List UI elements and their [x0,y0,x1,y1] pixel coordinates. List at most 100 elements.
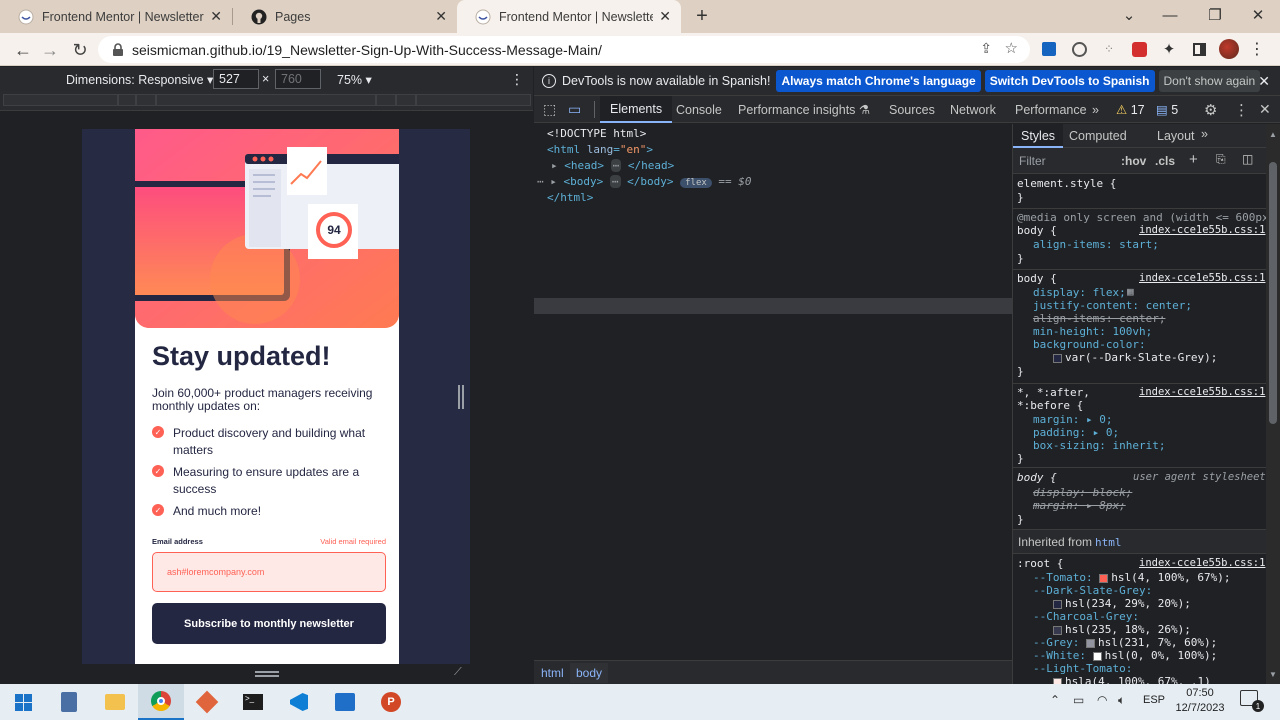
zoom-dropdown[interactable]: 75% ▾ [337,72,372,87]
color-swatch[interactable] [1053,625,1062,635]
minimize-button[interactable]: — [1150,0,1190,30]
declaration[interactable]: align-items: start; [1033,238,1159,251]
media-query-segment[interactable] [156,94,376,106]
flex-badge[interactable]: flex [680,178,712,188]
declaration-value[interactable]: hsl(235, 18%, 26%); [1053,623,1191,636]
dimensions-dropdown[interactable]: Dimensions: Responsive ▾ [66,72,213,87]
more-style-tabs-icon[interactable]: » [1201,127,1208,141]
tab-computed[interactable]: Computed [1069,129,1127,143]
tab-performance-insights[interactable]: Performance insights ⚗ [738,96,870,123]
warnings-counter[interactable]: ⚠ 17 [1116,96,1145,123]
language-indicator[interactable]: ESP [1143,694,1165,706]
declaration-value[interactable]: var(--Dark-Slate-Grey); [1053,351,1217,364]
always-match-language-button[interactable]: Always match Chrome's language [776,70,981,92]
battery-icon[interactable]: ▭ [1073,693,1084,707]
inspect-element-icon[interactable]: ⬚ [543,96,556,123]
bookmark-star-icon[interactable]: ☆ [1005,39,1018,57]
cls-toggle[interactable]: .cls [1155,154,1175,168]
vscode-icon[interactable] [276,684,322,720]
extension-icon-4[interactable] [1127,37,1151,61]
windows-start-icon[interactable] [0,684,46,720]
chrome-icon[interactable] [138,684,184,720]
source-link[interactable]: index-cce1e55b.css:1 [1139,224,1265,236]
source-link[interactable]: index-cce1e55b.css:1 [1139,557,1265,569]
color-swatch[interactable] [1053,353,1062,363]
doctype-node[interactable]: <!DOCTYPE html> [547,127,646,140]
close-tab-icon[interactable]: ✕ [210,8,222,25]
volume-icon[interactable]: 🔈︎ [1118,693,1125,708]
horizontal-resize-handle[interactable] [458,385,464,409]
tab-console[interactable]: Console [676,96,722,123]
wifi-icon[interactable]: ◠ [1097,693,1107,707]
calculator-icon[interactable] [46,684,92,720]
width-input[interactable]: 527 [213,69,259,89]
tab-styles[interactable]: Styles [1013,124,1064,148]
styles-scrollbar[interactable]: ▲ ▼ [1266,124,1280,684]
profile-avatar[interactable] [1217,37,1241,61]
tab-elements[interactable]: Elements [600,96,673,123]
tab-network[interactable]: Network [950,96,996,123]
source-link[interactable]: index-cce1e55b.css:1 [1139,272,1265,284]
file-explorer-icon[interactable] [92,684,138,720]
paint-icon[interactable]: ⎘ [1216,152,1226,167]
device-more-options-icon[interactable]: ⋮ [510,71,524,88]
switch-to-spanish-button[interactable]: Switch DevTools to Spanish [984,70,1155,92]
declaration[interactable]: --Tomato: hsl(4, 100%, 67%); [1033,571,1230,584]
settings-gear-icon[interactable]: ⚙ [1204,96,1217,123]
subscribe-button[interactable]: Subscribe to monthly newsletter [152,603,386,644]
media-query-segment[interactable] [416,94,531,106]
hov-toggle[interactable]: :hov [1121,154,1146,168]
extension-icon-2[interactable] [1067,37,1091,61]
forward-icon[interactable]: → [37,37,63,63]
scroll-up-arrow[interactable]: ▲ [1269,130,1277,139]
close-window-button[interactable]: ✕ [1238,0,1278,30]
media-query-segment[interactable] [396,94,416,106]
tab-search-chevron-icon[interactable]: ⌄ [1109,0,1149,30]
corner-resize-handle[interactable]: ⟋ [454,666,466,678]
share-icon[interactable]: ⇪ [980,40,992,57]
extensions-puzzle-icon[interactable]: ✦ [1157,37,1181,61]
devtools-menu-icon[interactable]: ⋮ [1234,96,1249,123]
clock[interactable]: 07:50 12/7/2023 [1172,686,1228,716]
declaration-value[interactable]: hsla(4, 100%, 67%, .1) [1053,675,1211,684]
source-link[interactable]: index-cce1e55b.css:1 [1139,386,1265,398]
sidebar-toggle-icon[interactable]: ◫ [1242,152,1253,166]
media-query-segment[interactable] [3,94,118,106]
new-rule-icon[interactable]: + [1189,151,1198,168]
address-bar[interactable]: seismicman.github.io/19_Newsletter-Sign-… [98,36,1030,63]
declaration[interactable]: min-height: 100vh; [1033,325,1152,338]
reload-icon[interactable]: ↻ [67,37,93,63]
browser-tab-3-active[interactable]: Frontend Mentor | Newsletter sig ✕ [457,0,681,33]
media-query-segment[interactable] [118,94,136,106]
declaration[interactable]: box-sizing: inherit; [1033,439,1165,452]
declaration[interactable]: justify-content: center; [1033,299,1192,312]
breadcrumb-html[interactable]: html [541,666,564,680]
color-swatch[interactable] [1099,573,1109,583]
vertical-resize-handle[interactable] [255,671,279,677]
overridden-declaration[interactable]: align-items: center; [1033,312,1165,325]
menu-kebab-icon[interactable]: ⋮ [1245,37,1269,61]
declaration[interactable]: --Charcoal-Grey: [1033,610,1139,623]
close-infobar-icon[interactable]: ✕ [1258,73,1270,90]
color-swatch[interactable] [1085,638,1095,648]
breadcrumb-body[interactable]: body [570,663,609,683]
device-toggle-icon[interactable]: ▭ [568,96,581,123]
tab-layout[interactable]: Layout [1157,129,1195,143]
close-tab-icon[interactable]: ✕ [659,8,671,25]
close-tab-icon[interactable]: ✕ [435,8,447,25]
media-query-segment[interactable] [136,94,156,106]
maximize-button[interactable]: ❐ [1195,0,1235,30]
photos-icon[interactable] [322,684,368,720]
declaration[interactable]: --Dark-Slate-Grey: [1033,584,1152,597]
tab-performance[interactable]: Performance [1015,96,1087,123]
body-node[interactable]: ⋯ ▸ <body> ⋯ </body> flex == $0 [537,175,752,188]
show-hidden-icons-chevron[interactable]: ⌃ [1050,693,1060,707]
tab-sources[interactable]: Sources [889,96,935,123]
declaration[interactable]: --Light-Tomato: [1033,662,1132,675]
head-node[interactable]: ▸ <head> ⋯ </head> [551,159,674,172]
media-query-segment[interactable] [376,94,396,106]
declaration[interactable]: background-color: [1033,338,1146,351]
browser-tab-2[interactable]: Pages ✕ [233,0,457,33]
color-swatch[interactable] [1053,599,1062,609]
browser-tab-1[interactable]: Frontend Mentor | Newsletter sig ✕ [0,0,232,33]
